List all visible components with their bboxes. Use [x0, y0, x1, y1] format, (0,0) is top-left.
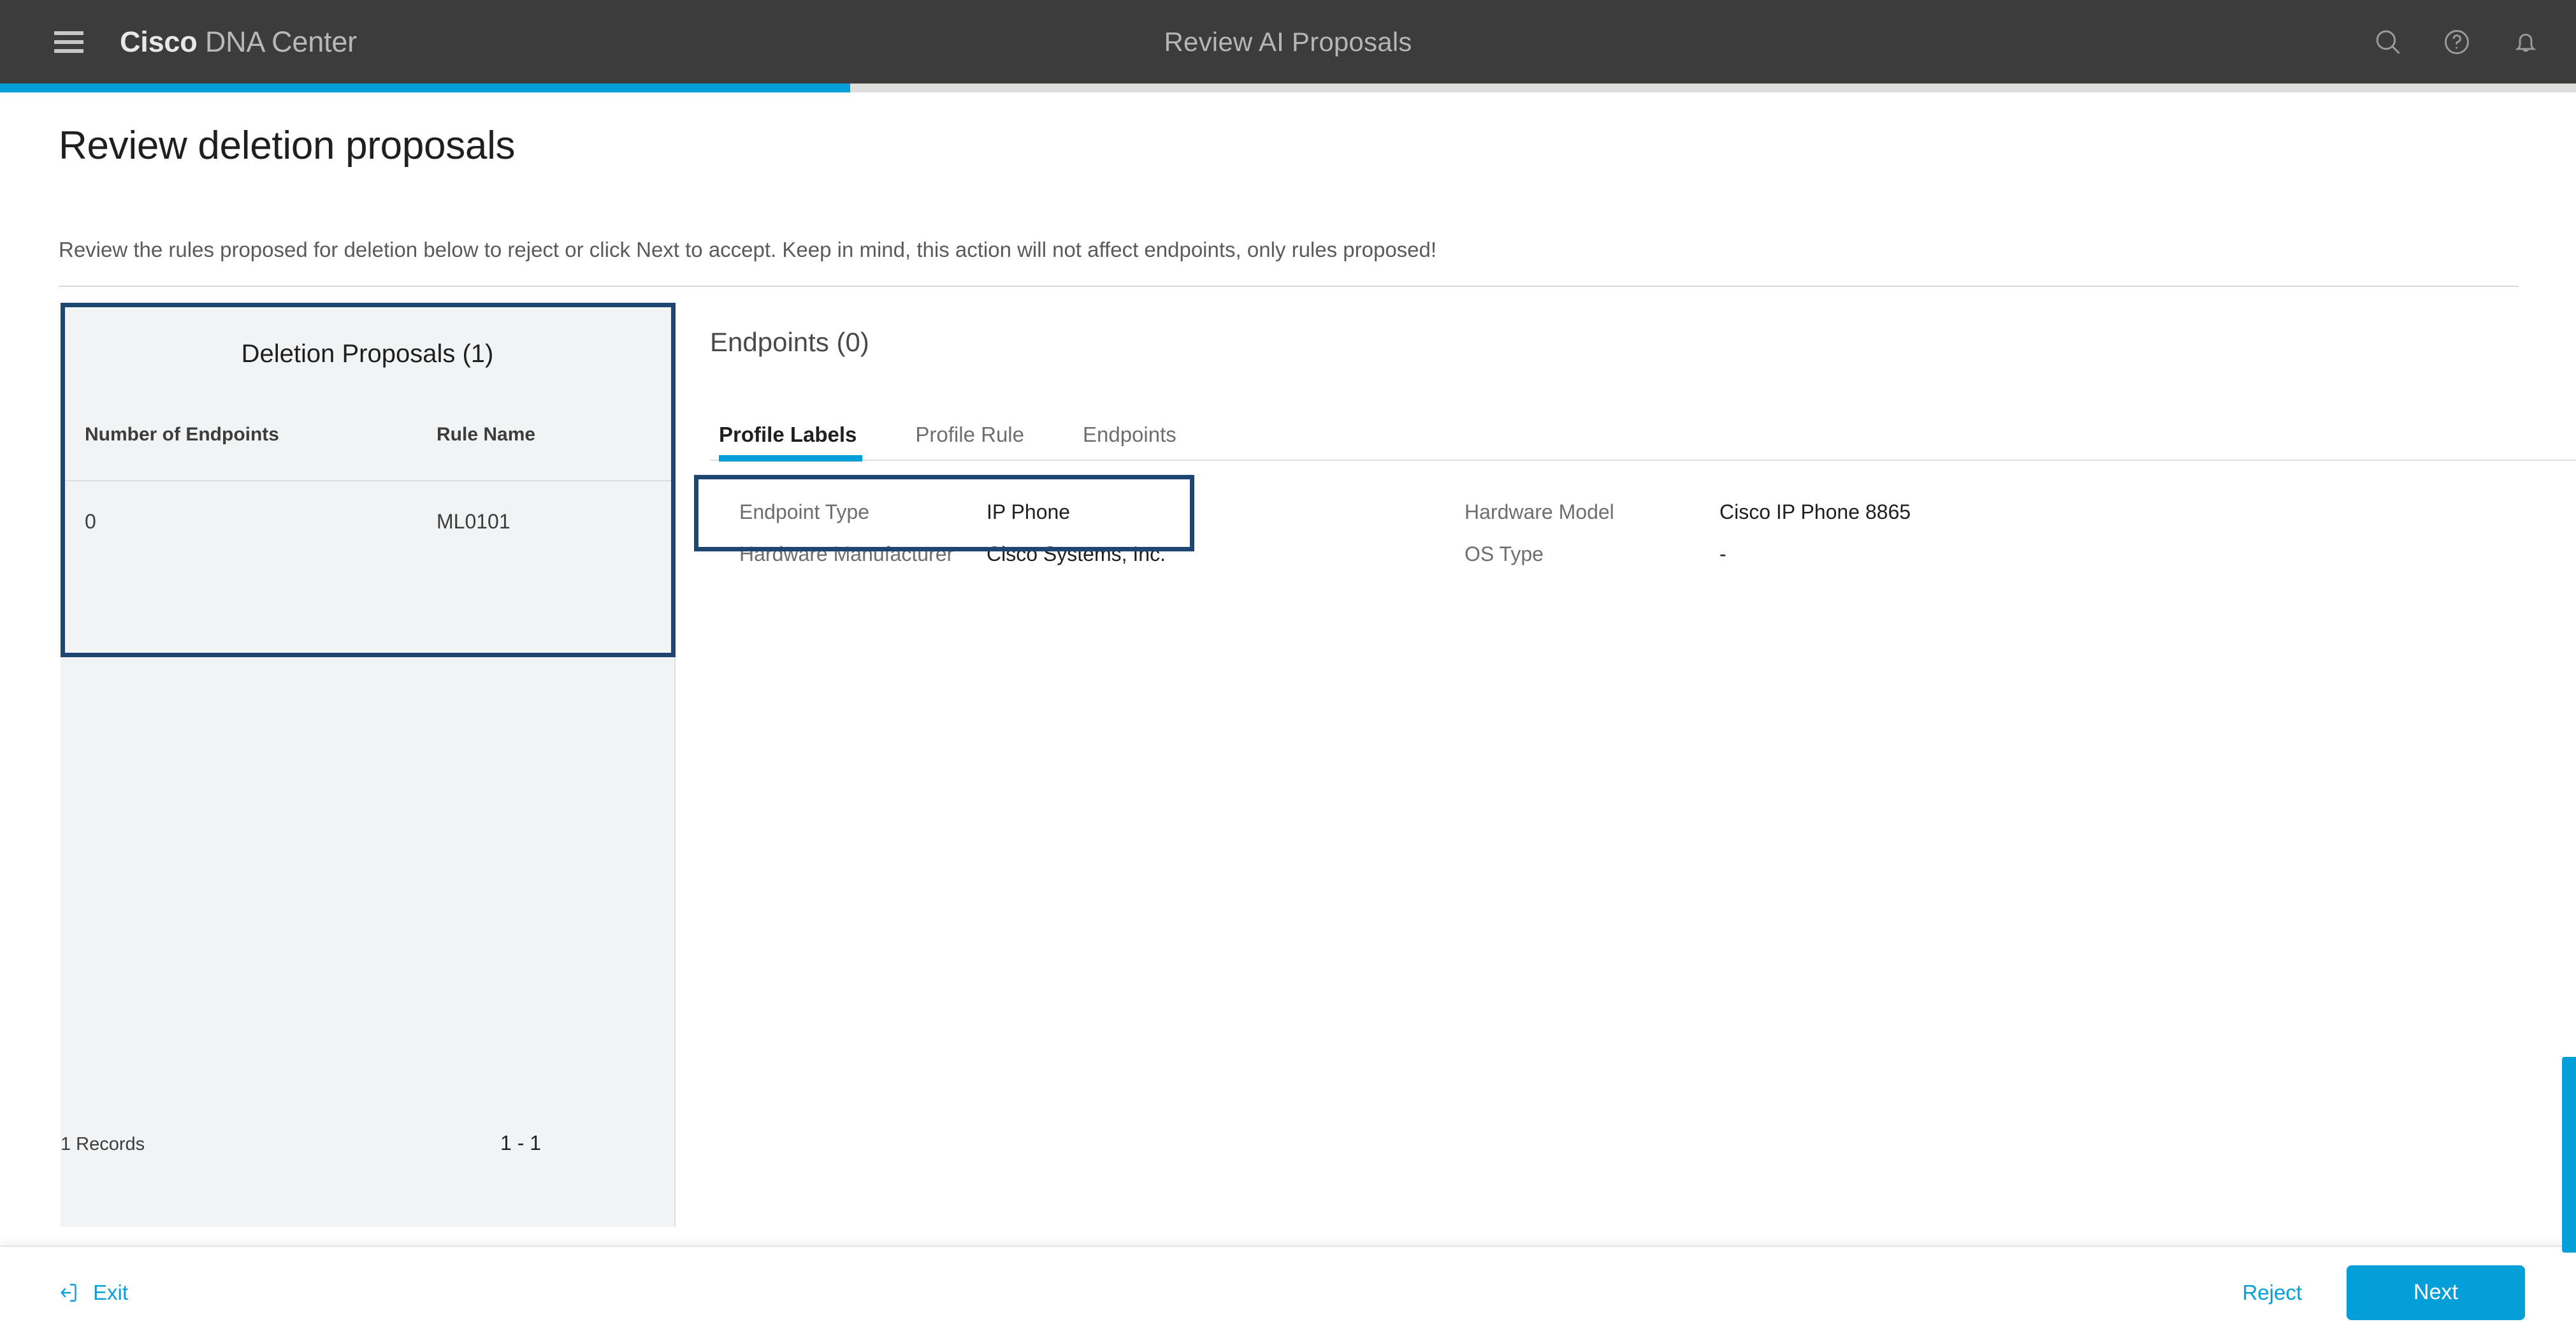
exit-button[interactable]: Exit	[57, 1281, 128, 1305]
help-icon[interactable]	[2440, 25, 2474, 59]
tab-bar: Profile Labels Profile Rule Endpoints	[710, 400, 2576, 462]
proposals-panel-footer: 1 Records 1 - 1	[61, 1094, 674, 1227]
hamburger-bar	[54, 31, 83, 35]
table-row[interactable]: 0 ML0101	[61, 481, 674, 602]
deletion-proposals-panel: Deletion Proposals (1) Number of Endpoin…	[61, 303, 676, 1227]
detail-row-hardware-manufacturer: Hardware Manufacturer Cisco Systems, Inc…	[739, 542, 1504, 585]
notifications-bell-icon[interactable]	[2508, 25, 2543, 59]
wizard-progress-track	[0, 84, 2576, 92]
detail-value-hardware-manufacturer: Cisco Systems, Inc.	[987, 542, 1166, 565]
tabs-container: Profile Labels Profile Rule Endpoints	[710, 400, 2576, 462]
column-header-number-of-endpoints[interactable]: Number of Endpoints	[85, 424, 279, 446]
proposals-panel-title: Deletion Proposals (1)	[241, 340, 494, 368]
details-column-left: Endpoint Type IP Phone Hardware Manufact…	[739, 500, 1504, 585]
records-range-label: 1 - 1	[500, 1131, 542, 1154]
hamburger-menu-icon[interactable]	[54, 31, 83, 53]
exit-button-label: Exit	[93, 1280, 129, 1304]
endpoints-title: Endpoints (0)	[710, 327, 869, 357]
proposals-table: Number of Endpoints Rule Name 0 ML0101	[61, 405, 674, 602]
hamburger-bar	[54, 40, 83, 44]
top-header-bar: Cisco DNA Center Review AI Proposals	[0, 0, 2576, 84]
next-button[interactable]: Next	[2347, 1265, 2525, 1320]
brand-cisco: Cisco	[120, 25, 198, 58]
feedback-drawer-handle[interactable]	[2562, 1057, 2576, 1253]
detail-label-os-type: OS Type	[1465, 542, 1544, 565]
header-actions	[2371, 25, 2543, 59]
detail-value-os-type: -	[1719, 542, 1726, 565]
hamburger-bar	[54, 48, 83, 53]
app-root: Cisco DNA Center Review AI Proposals Rev…	[0, 0, 2576, 1338]
details-column-right: Hardware Model Cisco IP Phone 8865 OS Ty…	[1465, 500, 2357, 585]
detail-row-hardware-model: Hardware Model Cisco IP Phone 8865	[1465, 500, 2357, 542]
detail-row-os-type: OS Type -	[1465, 542, 2357, 585]
detail-label-endpoint-type: Endpoint Type	[739, 500, 870, 523]
wizard-progress-fill	[0, 84, 850, 92]
page-body: Review deletion proposals Review the rul…	[0, 92, 2576, 1246]
records-count-label: 1 Records	[61, 1134, 145, 1154]
detail-row-endpoint-type: Endpoint Type IP Phone	[739, 500, 1504, 542]
search-icon[interactable]	[2371, 25, 2405, 59]
tab-endpoints[interactable]: Endpoints	[1083, 423, 1205, 460]
header-divider	[59, 286, 2519, 287]
reject-button[interactable]: Reject	[2242, 1281, 2302, 1305]
column-header-rule-name[interactable]: Rule Name	[437, 424, 535, 446]
brand-product: DNA Center	[205, 25, 357, 58]
cell-number-of-endpoints: 0	[85, 510, 96, 533]
page-description: Review the rules proposed for deletion b…	[59, 238, 1437, 261]
cell-rule-name: ML0101	[437, 510, 510, 533]
detail-value-hardware-model: Cisco IP Phone 8865	[1719, 500, 1911, 523]
exit-arrow-icon	[57, 1281, 80, 1304]
detail-label-hardware-model: Hardware Model	[1465, 500, 1614, 523]
detail-value-endpoint-type: IP Phone	[987, 500, 1071, 523]
endpoints-content-area: Endpoints (0) Profile Labels Profile Rul…	[710, 303, 2576, 1227]
table-header-row: Number of Endpoints Rule Name	[61, 405, 674, 481]
tab-profile-rule[interactable]: Profile Rule	[915, 423, 1052, 460]
brand-logo[interactable]: Cisco DNA Center	[120, 25, 357, 59]
detail-label-hardware-manufacturer: Hardware Manufacturer	[739, 542, 954, 565]
page-header-title: Review AI Proposals	[1164, 26, 1412, 57]
wizard-action-bar: Exit Reject Next	[0, 1246, 2576, 1338]
tab-profile-labels[interactable]: Profile Labels	[719, 423, 885, 462]
page-title: Review deletion proposals	[59, 124, 516, 168]
